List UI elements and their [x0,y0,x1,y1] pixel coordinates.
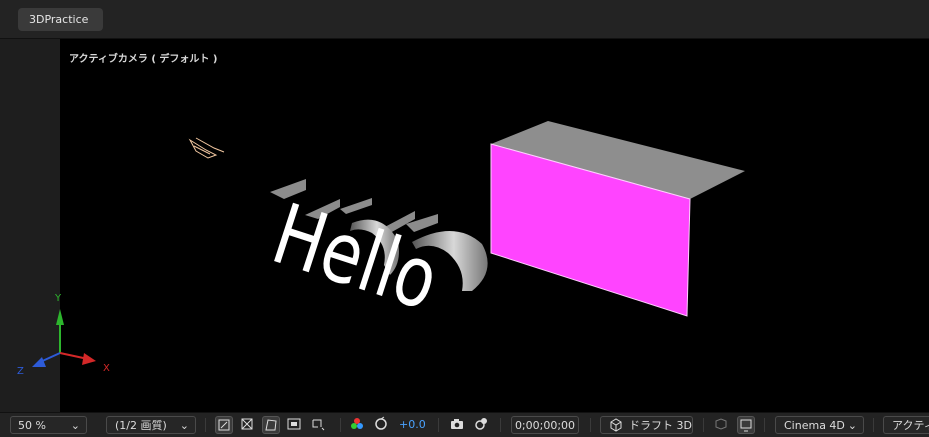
region-of-interest-icon[interactable] [239,416,257,434]
axis-gizmo: Y X Z [17,293,110,377]
renderer-select[interactable]: Cinema 4D ⌄ [775,416,864,434]
hello-text-layer[interactable]: Hello [262,179,488,329]
axis-z-label: Z [17,366,24,377]
tab-bar: 3DPractice [0,0,929,39]
hello-text: Hello [262,185,450,330]
composition-viewer[interactable]: アクティブカメラ ( デフォルト ) Hello Y X Z [0,39,929,412]
transparency-grid-icon[interactable] [215,416,233,434]
zoom-select[interactable]: 50 % ⌄ [10,416,87,434]
magenta-solid-layer[interactable] [490,121,745,317]
extended-viewer-icon[interactable] [713,416,731,434]
axis-y-label: Y [54,293,62,304]
divider [438,418,439,432]
preview-icon[interactable] [737,416,755,434]
chevron-down-icon: ⌄ [179,419,189,432]
resolution-select[interactable]: (1/2 画質) ⌄ [106,416,196,434]
guides-icon[interactable] [310,416,328,434]
divider [500,418,501,432]
axis-x-label: X [103,363,110,374]
reset-exposure-icon[interactable] [373,416,391,434]
snapshot-icon[interactable] [449,416,467,434]
mask-visibility-icon[interactable] [262,416,280,434]
timecode-field[interactable]: 0;00;00;00 [511,416,579,434]
3d-scene: Hello Y X Z [17,121,745,377]
viewer-toolbar: 50 % ⌄ (1/2 画質) ⌄ +0.0 0;00;00;00 ドラフト 3… [0,412,929,437]
color-channels-icon[interactable] [349,416,367,434]
divider [590,418,591,432]
light-gizmo[interactable] [188,137,225,159]
chevron-down-icon: ⌄ [847,419,857,432]
chevron-down-icon: ⌄ [70,419,80,432]
draft-3d-toggle[interactable]: ドラフト 3D [600,416,693,434]
view-select[interactable]: アクティブ [883,416,929,434]
draft-3d-icon [609,418,623,433]
exposure-value[interactable]: +0.0 [399,416,426,434]
divider [764,418,765,432]
resolution-value: (1/2 画質) [115,419,167,432]
timecode-value: 0;00;00;00 [514,419,576,432]
composition-tab[interactable]: 3DPractice [18,8,103,31]
renderer-value: Cinema 4D [784,419,845,432]
show-snapshot-icon[interactable] [473,416,491,434]
divider [703,418,704,432]
zoom-value: 50 % [18,419,46,432]
divider [340,418,341,432]
divider [873,418,874,432]
view-value: アクティブ [892,419,929,432]
safe-area-icon[interactable] [286,416,304,434]
divider [205,418,206,432]
draft-3d-label: ドラフト 3D [629,419,692,432]
